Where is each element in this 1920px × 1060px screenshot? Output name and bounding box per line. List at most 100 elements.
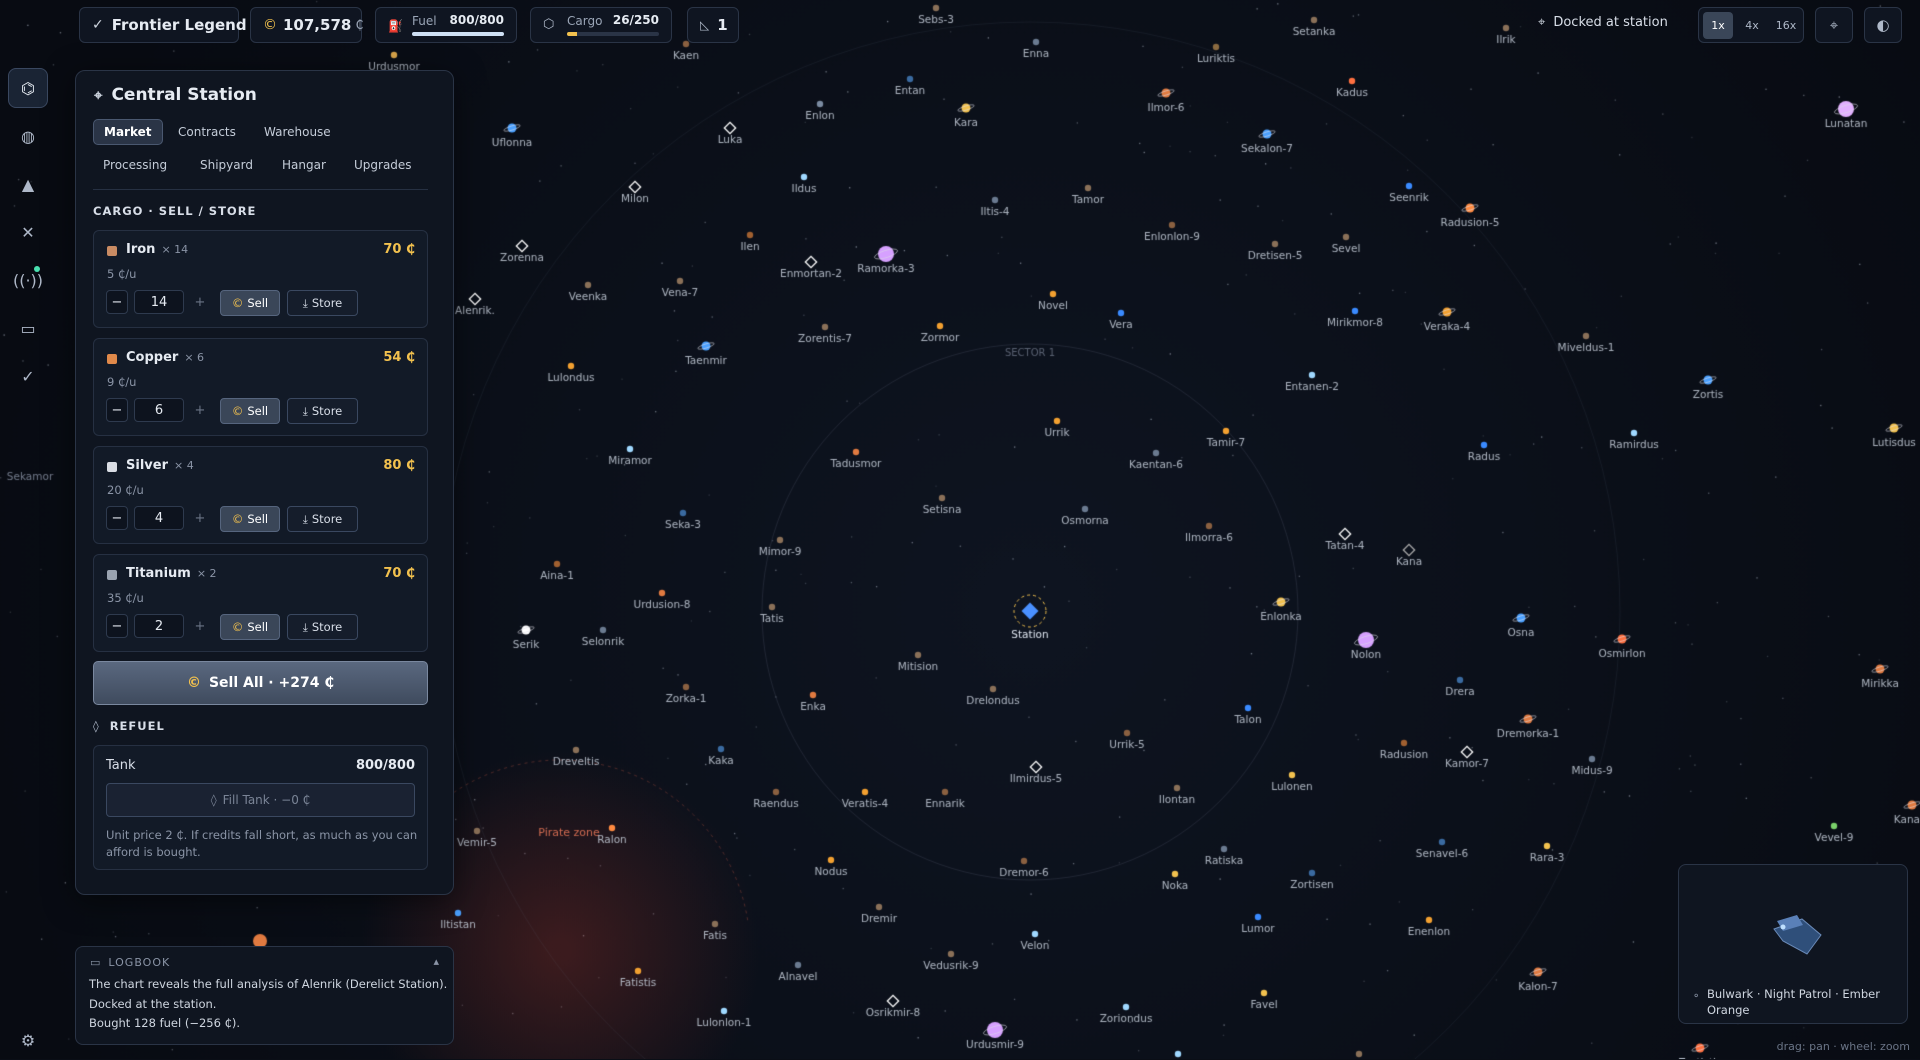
tabs-divider bbox=[93, 189, 428, 190]
tab-shipyard[interactable]: Shipyard bbox=[190, 152, 263, 178]
logbook-title: LOGBOOK bbox=[108, 956, 170, 969]
decrement-button[interactable]: − bbox=[106, 614, 128, 638]
credits-icon: © bbox=[187, 675, 201, 691]
quantity-input[interactable]: 2 bbox=[134, 614, 184, 638]
gear-icon: ⚙ bbox=[21, 1031, 35, 1050]
level-icon: ◺ bbox=[700, 18, 709, 32]
log-entry: The chart reveals the full analysis of A… bbox=[89, 975, 447, 995]
log-entry: Bought 128 fuel (−256 ₵). bbox=[89, 1014, 447, 1034]
tab-processing[interactable]: Processing bbox=[93, 152, 177, 178]
sell-button[interactable]: ©Sell bbox=[220, 614, 280, 640]
cargo-item-unit-price: 20 ₵/u bbox=[107, 483, 144, 497]
checkmark-icon: ✓ bbox=[21, 367, 34, 386]
store-button[interactable]: ⤓Store bbox=[287, 506, 358, 532]
nav-settings-button[interactable]: ⚙ bbox=[8, 1020, 48, 1060]
cargo-item-unit-price: 5 ₵/u bbox=[107, 267, 136, 281]
quantity-input[interactable]: 6 bbox=[134, 398, 184, 422]
download-icon: ⤓ bbox=[303, 404, 308, 419]
cargo-item-card: Iron× 1470 ₵5 ₵/u−14+©Sell⤓Store bbox=[93, 230, 428, 328]
store-button[interactable]: ⤓Store bbox=[287, 614, 358, 640]
check-icon: ✓ bbox=[92, 17, 104, 33]
download-icon: ⤓ bbox=[303, 512, 308, 527]
cargo-item-qty: × 2 bbox=[197, 567, 217, 580]
ship-caption: Bulwark · Night Patrol · Ember Orange bbox=[1707, 986, 1902, 1018]
tab-market[interactable]: Market bbox=[93, 119, 163, 145]
resource-swatch bbox=[107, 246, 117, 256]
sell-button[interactable]: ©Sell bbox=[220, 290, 280, 316]
increment-button[interactable]: + bbox=[189, 290, 211, 314]
zoom-16x-button[interactable]: 16x bbox=[1771, 12, 1801, 39]
cargo-item-total: 54 ₵ bbox=[383, 350, 415, 365]
ship-model bbox=[1679, 875, 1909, 985]
tank-card: Tank 800/800 ◊ Fill Tank · −0 ₵ Unit pri… bbox=[93, 745, 428, 870]
nav-map-button[interactable]: ⌬ bbox=[8, 68, 48, 108]
fuel-label: Fuel bbox=[412, 14, 437, 28]
crosshair-icon: ⌖ bbox=[1830, 16, 1838, 34]
nav-terminal-button[interactable]: ▭ bbox=[8, 308, 48, 348]
refuel-note: Unit price 2 ₵. If credits fall short, a… bbox=[106, 827, 421, 861]
cargo-label: Cargo bbox=[567, 14, 602, 28]
tank-value: 800/800 bbox=[356, 758, 415, 773]
quantity-input[interactable]: 14 bbox=[134, 290, 184, 314]
tab-contracts[interactable]: Contracts bbox=[168, 119, 246, 145]
sell-all-button[interactable]: © Sell All · +274 ₵ bbox=[93, 661, 428, 705]
sell-button[interactable]: ©Sell bbox=[220, 506, 280, 532]
credits-value: 107,578 bbox=[283, 16, 351, 34]
fuel-bar bbox=[412, 32, 504, 36]
cargo-item-card: Titanium× 270 ₵35 ₵/u−2+©Sell⤓Store bbox=[93, 554, 428, 652]
left-nav: ⌬ ◍ ▲ ✕ ((·)) ▭ ✓ ⚙ bbox=[0, 58, 56, 1059]
store-button[interactable]: ⤓Store bbox=[287, 398, 358, 424]
signal-icon: ((·)) bbox=[13, 271, 43, 290]
decrement-button[interactable]: − bbox=[106, 398, 128, 422]
cargo-item-name: Titanium× 2 bbox=[126, 566, 217, 581]
station-icon: ⌖ bbox=[1538, 15, 1545, 30]
station-icon: ⌖ bbox=[94, 86, 102, 104]
zoom-4x-button[interactable]: 4x bbox=[1737, 12, 1767, 39]
cargo-item-qty: × 6 bbox=[184, 351, 204, 364]
tab-upgrades[interactable]: Upgrades bbox=[344, 152, 422, 178]
fill-tank-button[interactable]: ◊ Fill Tank · −0 ₵ bbox=[106, 783, 415, 817]
fuel-pill: ⛽ Fuel 800/800 bbox=[375, 7, 517, 43]
tab-hangar[interactable]: Hangar bbox=[272, 152, 336, 178]
fuel-drop-icon: ◊ bbox=[211, 793, 217, 807]
decrement-button[interactable]: − bbox=[106, 506, 128, 530]
cargo-item-qty: × 4 bbox=[174, 459, 194, 472]
tab-warehouse[interactable]: Warehouse bbox=[254, 119, 341, 145]
nav-ship-button[interactable]: ▲ bbox=[8, 164, 48, 204]
ship-name: Frontier Legend bbox=[112, 16, 247, 34]
credits-symbol: ₵ bbox=[355, 18, 363, 33]
store-button[interactable]: ⤓Store bbox=[287, 290, 358, 316]
compass-icon: ◍ bbox=[21, 127, 35, 146]
cargo-item-qty: × 14 bbox=[161, 243, 188, 256]
station-panel: ⌖ Central Station Market Contracts Wareh… bbox=[75, 70, 454, 895]
increment-button[interactable]: + bbox=[189, 506, 211, 530]
decrement-button[interactable]: − bbox=[106, 290, 128, 314]
cargo-item-card: Silver× 480 ₵20 ₵/u−4+©Sell⤓Store bbox=[93, 446, 428, 544]
nav-routes-button[interactable]: ✕ bbox=[8, 212, 48, 252]
sell-all-label: Sell All · +274 ₵ bbox=[209, 675, 334, 691]
level-pill[interactable]: ◺ 1 bbox=[687, 7, 739, 43]
increment-button[interactable]: + bbox=[189, 398, 211, 422]
sell-button[interactable]: ©Sell bbox=[220, 398, 280, 424]
ship-name-pill[interactable]: ✓ Frontier Legend bbox=[79, 7, 239, 43]
credits-pill: © 107,578 ₵ bbox=[250, 7, 362, 43]
controls-hint: drag: pan · wheel: zoom bbox=[1777, 1040, 1910, 1053]
nav-navigation-button[interactable]: ◍ bbox=[8, 116, 48, 156]
fuel-drop-icon: ◊ bbox=[93, 719, 100, 733]
logbook-panel: ▭ LOGBOOK ▴ The chart reveals the full a… bbox=[75, 946, 454, 1045]
recenter-button[interactable]: ⌖ bbox=[1815, 7, 1853, 43]
cargo-icon: ⬡ bbox=[543, 17, 554, 32]
logbook-header: ▭ LOGBOOK bbox=[90, 956, 170, 969]
quantity-input[interactable]: 4 bbox=[134, 506, 184, 530]
nav-missions-button[interactable]: ✓ bbox=[8, 356, 48, 396]
cargo-section-header: CARGO · SELL / STORE bbox=[93, 204, 256, 218]
nav-signals-button[interactable]: ((·)) bbox=[8, 260, 48, 300]
notification-dot bbox=[34, 266, 40, 272]
zoom-1x-button[interactable]: 1x bbox=[1703, 12, 1733, 39]
book-icon: ▭ bbox=[90, 956, 101, 969]
fuel-value: 800/800 bbox=[450, 13, 504, 27]
credits-icon: © bbox=[232, 296, 244, 310]
increment-button[interactable]: + bbox=[189, 614, 211, 638]
theme-button[interactable]: ◐ bbox=[1864, 7, 1902, 43]
collapse-icon[interactable]: ▴ bbox=[433, 955, 439, 968]
